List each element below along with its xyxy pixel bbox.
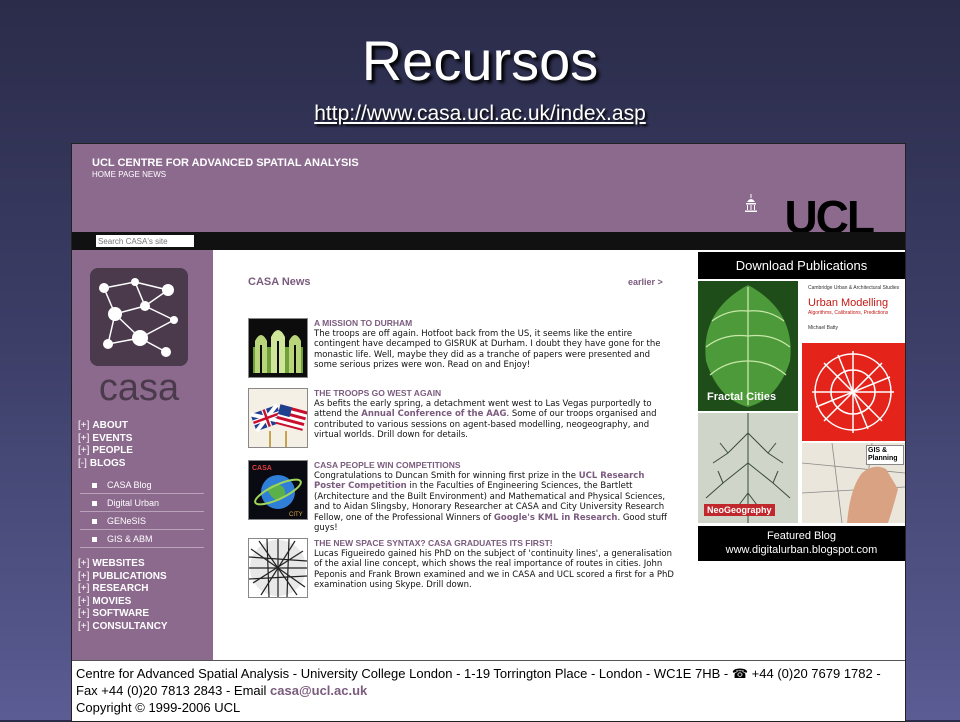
- site-footer: Centre for Advanced Spatial Analysis - U…: [72, 660, 905, 721]
- site-header-title: UCL CENTRE FOR ADVANCED SPATIAL ANALYSIS: [92, 157, 359, 169]
- svg-text:CITY: CITY: [289, 512, 303, 518]
- ucl-dome-icon: [745, 194, 757, 212]
- search-bar: [72, 232, 905, 250]
- site-header: UCL CENTRE FOR ADVANCED SPATIAL ANALYSIS…: [72, 144, 905, 243]
- footer-copyright: Copyright © 1999-2006 UCL: [76, 700, 241, 715]
- site-header-subtitle: HOME PAGE NEWS: [92, 170, 167, 179]
- gis-planning-image[interactable]: GIS & Planning: [802, 443, 905, 523]
- nav-item-publications[interactable]: [+] PUBLICATIONS: [78, 571, 168, 584]
- flags-thumbnail[interactable]: [248, 388, 308, 448]
- cloister-thumbnail[interactable]: [248, 318, 308, 378]
- street-map-thumbnail[interactable]: [248, 538, 308, 598]
- bullet-icon: [92, 537, 97, 543]
- neogeography-image[interactable]: NeoGeography: [698, 413, 798, 523]
- nav-bottom: [+] WEBSITES [+] PUBLICATIONS [+] RESEARCH …: [78, 558, 168, 633]
- nav-top: [+] ABOUT [+] EVENTS [+] PEOPLE [-] BLOGS: [78, 420, 133, 470]
- news-item-title[interactable]: A MISSION TO DURHAM: [314, 318, 412, 328]
- blogs-subnav: CASA Blog Digital Urban GENeSIS GIS & AB…: [80, 476, 204, 548]
- news-item-title[interactable]: THE NEW SPACE SYNTAX? CASA GRADUATES ITS…: [314, 538, 553, 548]
- news-column: CASA News earlier > A MISSION TO DURHAM …: [213, 250, 697, 660]
- download-publications-button[interactable]: Download Publications: [698, 252, 905, 279]
- nav-item-about[interactable]: [+] ABOUT: [78, 420, 133, 433]
- urban-modelling-book[interactable]: Cambridge Urban & Architectural Studies …: [802, 281, 905, 441]
- news-item-body: As befits the early spring, a detachment…: [314, 399, 657, 441]
- urban-series-label: Cambridge Urban & Architectural Studies: [808, 285, 900, 291]
- nav-item-people[interactable]: [+] PEOPLE: [78, 445, 133, 458]
- casa-website-screenshot: UCL CENTRE FOR ADVANCED SPATIAL ANALYSIS…: [71, 143, 906, 722]
- nav-item-movies[interactable]: [+] MOVIES: [78, 596, 168, 609]
- neogeography-label: NeoGeography: [704, 504, 775, 516]
- aag-link[interactable]: Annual Conference of the AAG: [361, 409, 506, 419]
- bullet-icon: [92, 519, 97, 525]
- slide-title: Recursos: [361, 29, 599, 92]
- gis-planning-label: GIS & Planning: [866, 445, 904, 465]
- featured-blog-title: Featured Blog: [766, 530, 837, 542]
- fractal-cities-book[interactable]: Fractal Cities: [698, 281, 798, 411]
- bullet-icon: [92, 483, 97, 489]
- nav-item-events[interactable]: [+] EVENTS: [78, 433, 133, 446]
- nav-item-consultancy[interactable]: [+] CONSULTANCY: [78, 621, 168, 634]
- radial-diagram: [812, 351, 894, 433]
- publications-column: Download Publications Fractal Cities Cam…: [698, 250, 905, 660]
- casa-logo[interactable]: casa: [90, 268, 188, 408]
- news-heading: CASA News: [248, 276, 311, 288]
- featured-blog-banner[interactable]: Featured Blog www.digitalurban.blogspot.…: [698, 526, 905, 561]
- subnav-item-gis-abm[interactable]: GIS & ABM: [80, 530, 204, 548]
- subnav-item-digital-urban[interactable]: Digital Urban: [80, 494, 204, 512]
- subnav-item-casa-blog[interactable]: CASA Blog: [80, 476, 204, 494]
- nav-item-blogs[interactable]: [-] BLOGS: [78, 458, 133, 471]
- svg-text:CASA: CASA: [252, 465, 272, 472]
- fractal-cities-label: Fractal Cities: [707, 391, 777, 403]
- subnav-item-genesis[interactable]: GENeSIS: [80, 512, 204, 530]
- casa-logo-text: casa: [99, 367, 180, 408]
- earlier-link[interactable]: earlier >: [628, 277, 663, 287]
- news-item-body: The troops are off again. Hotfoot back f…: [314, 329, 661, 371]
- news-item-body: Lucas Figueiredo gained his PhD on the s…: [314, 549, 674, 591]
- urban-modelling-author: Michael Batty: [808, 325, 839, 331]
- news-item-title[interactable]: THE TROOPS GO WEST AGAIN: [314, 388, 441, 398]
- news-item-title[interactable]: CASA PEOPLE WIN COMPETITIONS: [314, 460, 461, 470]
- footer-address: Centre for Advanced Spatial Analysis - U…: [76, 666, 881, 715]
- footer-email-link[interactable]: casa@ucl.ac.uk: [270, 683, 367, 698]
- bullet-icon: [92, 501, 97, 507]
- nav-item-research[interactable]: [+] RESEARCH: [78, 583, 168, 596]
- casa-city-thumbnail[interactable]: CASA CITY: [248, 460, 308, 520]
- urban-modelling-subtitle: Algorithms, Calibrations, Predictions: [808, 310, 889, 316]
- nav-item-software[interactable]: [+] SOFTWARE: [78, 608, 168, 621]
- sidebar: casa [+] ABOUT [+] EVENTS [+] PEOPLE [-] BLO…: [72, 250, 213, 660]
- google-kml-link[interactable]: Google's KML in Research: [494, 513, 618, 523]
- featured-blog-url: www.digitalurban.blogspot.com: [725, 544, 878, 556]
- urban-modelling-title: Urban Modelling: [808, 297, 889, 309]
- slide-link[interactable]: http://www.casa.ucl.ac.uk/index.asp: [0, 102, 960, 126]
- search-input[interactable]: [96, 235, 194, 247]
- news-item-body: Congratulations to Duncan Smith for winn…: [314, 471, 667, 534]
- nav-item-websites[interactable]: [+] WEBSITES: [78, 558, 168, 571]
